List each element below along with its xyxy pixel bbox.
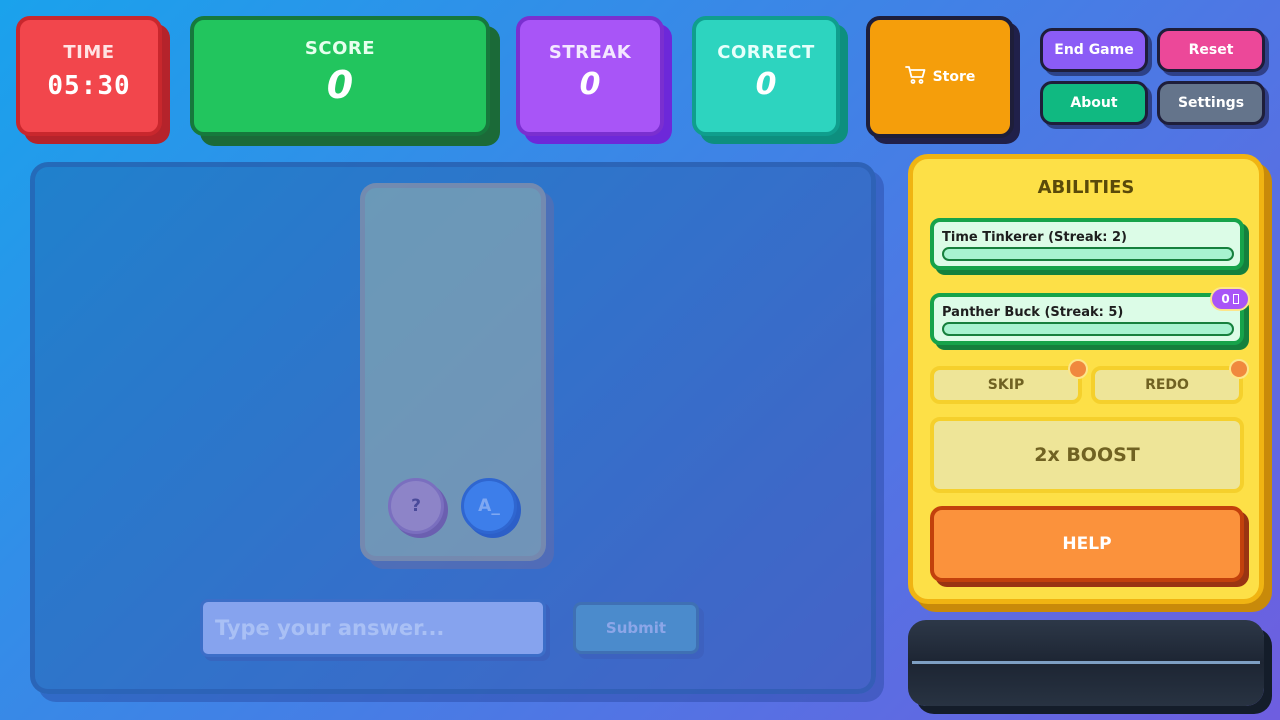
streak-label: STREAK [548, 42, 632, 63]
panther-buck-count-badge: 0 [1210, 287, 1250, 311]
skip-indicator-dot [1068, 359, 1088, 379]
time-tile: TIME 05:30 [16, 16, 162, 136]
correct-tile: CORRECT 0 [692, 16, 840, 136]
hint-button[interactable]: ? [388, 478, 444, 534]
score-value: 0 [326, 63, 354, 107]
answer-input[interactable] [200, 599, 546, 657]
abilities-title: ABILITIES [1037, 177, 1135, 198]
correct-label: CORRECT [717, 42, 815, 63]
ability-name: Panther Buck (Streak: 5) [942, 305, 1124, 320]
correct-value: 0 [755, 67, 777, 102]
ability-progress-bar [942, 322, 1234, 336]
streak-value: 0 [579, 67, 601, 102]
ability-panther-buck[interactable]: Panther Buck (Streak: 5) [930, 293, 1244, 345]
score-tile: SCORE 0 [190, 16, 490, 136]
ability-progress-bar [942, 247, 1234, 261]
reset-button[interactable]: Reset [1157, 28, 1265, 72]
about-button[interactable]: About [1040, 81, 1148, 125]
submit-button[interactable]: Submit [573, 602, 699, 654]
boost-button[interactable]: 2x BOOST [930, 417, 1244, 493]
ability-name: Time Tinkerer (Streak: 2) [942, 230, 1127, 245]
redo-button[interactable]: REDO [1091, 366, 1243, 404]
redo-indicator-dot [1229, 359, 1249, 379]
settings-button[interactable]: Settings [1157, 81, 1265, 125]
ability-time-tinkerer[interactable]: Time Tinkerer (Streak: 2) [930, 218, 1244, 270]
buck-count: 0 [1221, 292, 1230, 306]
time-value: 05:30 [47, 71, 131, 101]
score-label: SCORE [304, 38, 376, 59]
help-button[interactable]: HELP [930, 506, 1244, 582]
skip-button[interactable]: SKIP [930, 366, 1082, 404]
buck-icon [1232, 294, 1239, 304]
time-label: TIME [63, 42, 115, 63]
store-label: Store [932, 69, 976, 85]
store-button[interactable]: Store [866, 16, 1014, 138]
streak-tile: STREAK 0 [516, 16, 664, 136]
reveal-letter-button[interactable]: A_ [461, 478, 517, 534]
bottom-display-panel [908, 620, 1264, 706]
end-game-button[interactable]: End Game [1040, 28, 1148, 72]
display-scanline [912, 661, 1260, 664]
cart-icon [904, 65, 927, 89]
